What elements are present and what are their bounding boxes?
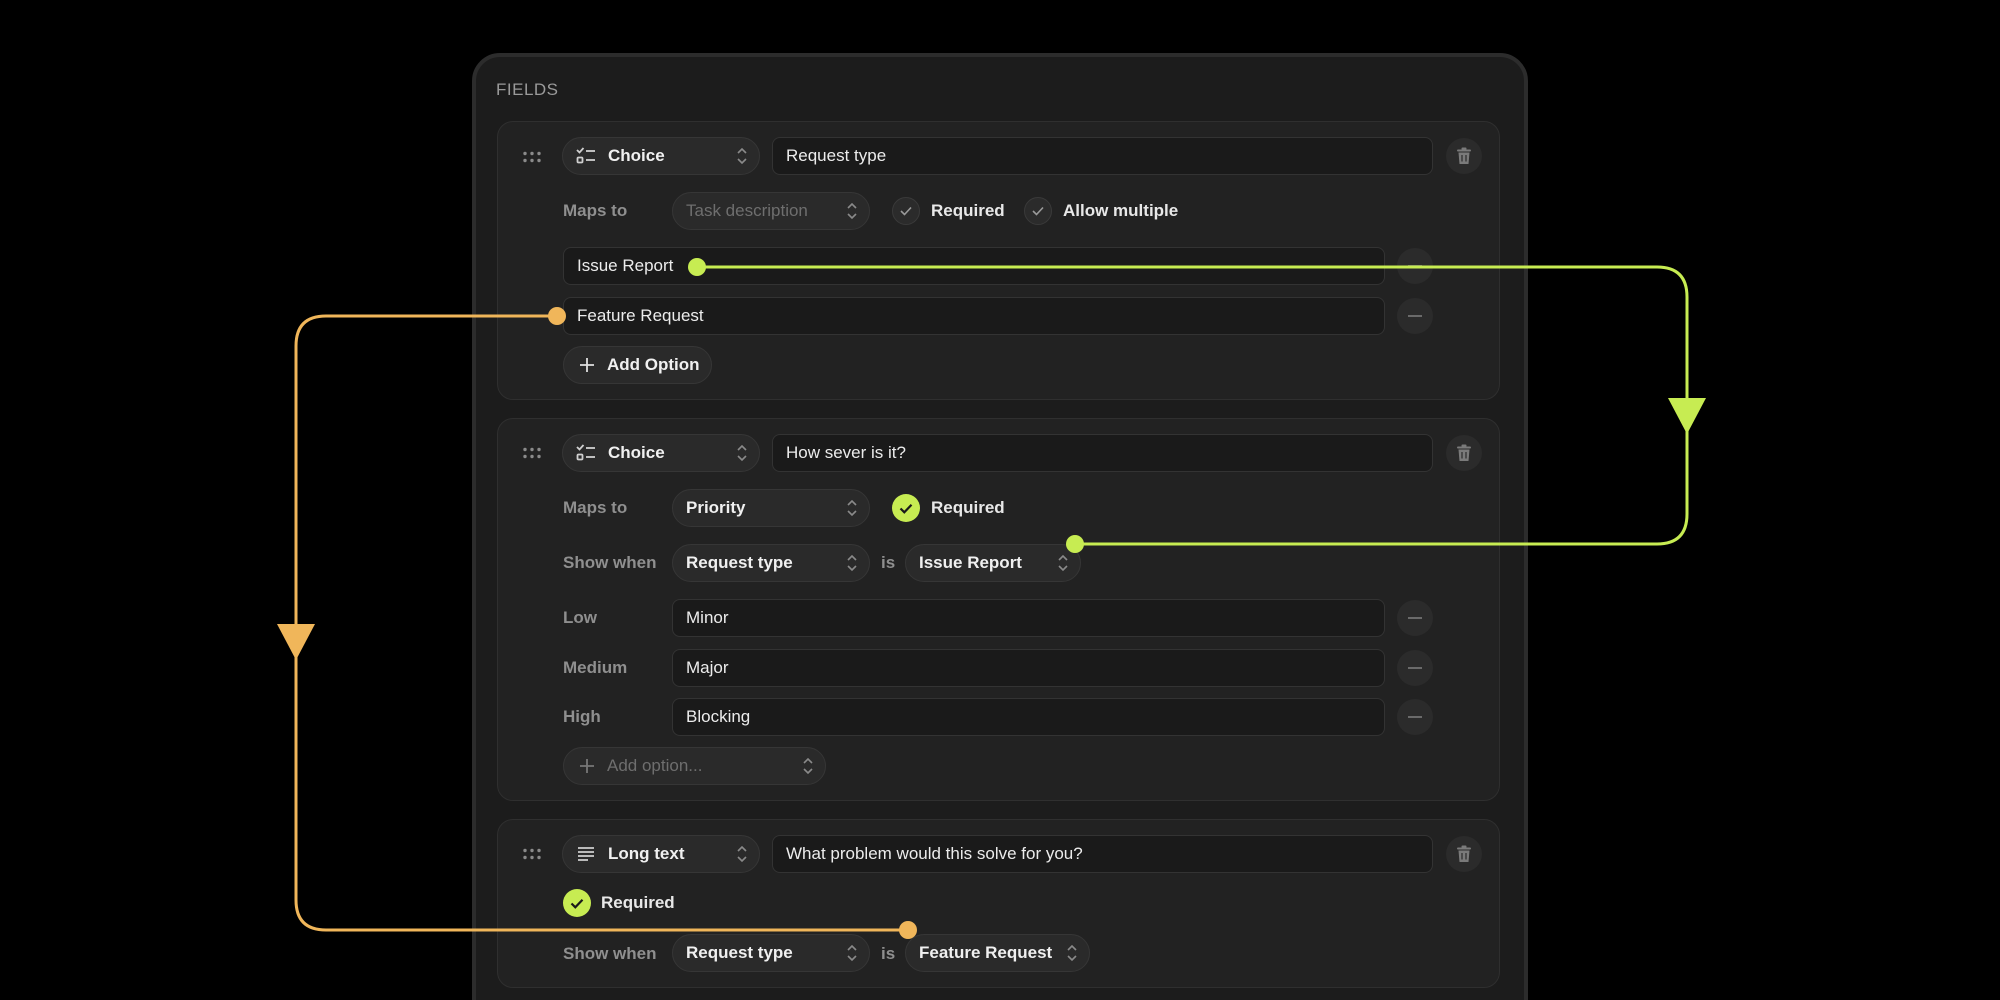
option-input-feature-request[interactable]: Feature Request [563, 297, 1385, 335]
show-when-value-select[interactable]: Issue Report [905, 544, 1081, 582]
show-when-label: Show when [563, 944, 657, 963]
field-type-label: Choice [608, 146, 665, 165]
checklist-icon [576, 147, 596, 165]
required-checkbox[interactable] [892, 197, 920, 225]
maps-to-label: Maps to [563, 201, 628, 220]
chevron-updown-icon [847, 499, 857, 517]
chevron-updown-icon [847, 202, 857, 220]
trash-icon [1457, 444, 1471, 461]
show-when-field-select[interactable]: Request type [672, 544, 870, 582]
field-type-select[interactable]: Choice [562, 137, 760, 175]
delete-button[interactable] [1446, 836, 1482, 872]
required-checkbox[interactable] [892, 494, 920, 522]
field-type-label: Long text [608, 844, 685, 863]
trash-icon [1457, 147, 1471, 164]
field-type-select[interactable]: Long text [562, 835, 760, 873]
chevron-updown-icon [737, 845, 747, 863]
check-icon [1032, 206, 1044, 216]
drag-handle-icon[interactable] [522, 848, 542, 860]
required-checkbox[interactable] [563, 889, 591, 917]
maps-to-select[interactable]: Task description [672, 192, 870, 230]
trash-icon [1457, 845, 1471, 862]
chevron-updown-icon [847, 944, 857, 962]
show-when-value-select[interactable]: Feature Request [905, 934, 1090, 972]
question-input[interactable]: What problem would this solve for you? [772, 835, 1433, 873]
delete-button[interactable] [1446, 138, 1482, 174]
option-level-label: Low [563, 608, 597, 627]
remove-option-button[interactable] [1397, 650, 1433, 686]
delete-button[interactable] [1446, 435, 1482, 471]
option-input-issue-report[interactable]: Issue Report [563, 247, 1385, 285]
option-input[interactable]: Minor [672, 599, 1385, 637]
remove-option-button[interactable] [1397, 298, 1433, 334]
maps-to-label: Maps to [563, 498, 628, 517]
orange-arrow-icon [277, 624, 315, 660]
chevron-updown-icon [1067, 944, 1077, 962]
add-option-button[interactable]: Add Option [563, 346, 712, 384]
panel-title: FIELDS [496, 80, 559, 99]
chevron-updown-icon [803, 757, 813, 775]
add-option-select[interactable]: Add option... [563, 747, 826, 785]
remove-option-button[interactable] [1397, 699, 1433, 735]
checklist-icon [576, 444, 596, 462]
field-type-select[interactable]: Choice [562, 434, 760, 472]
is-label: is [881, 553, 896, 572]
option-level-label: Medium [563, 658, 628, 677]
paragraph-icon [576, 846, 596, 862]
required-label: Required [601, 893, 675, 912]
show-when-field-select[interactable]: Request type [672, 934, 870, 972]
remove-option-button[interactable] [1397, 600, 1433, 636]
question-input[interactable]: How sever is it? [772, 434, 1433, 472]
option-input[interactable]: Blocking [672, 698, 1385, 736]
plus-icon [579, 758, 595, 774]
show-when-field-value: Request type [686, 553, 793, 572]
question-input[interactable]: Request type [772, 137, 1433, 175]
drag-handle-icon[interactable] [522, 151, 542, 163]
chevron-updown-icon [737, 444, 747, 462]
required-label: Required [931, 201, 1005, 220]
is-label: is [881, 944, 896, 963]
chevron-updown-icon [847, 554, 857, 572]
check-icon [570, 898, 584, 909]
allow-multiple-label: Allow multiple [1063, 201, 1179, 220]
plus-icon [579, 357, 595, 373]
maps-to-value: Priority [686, 498, 746, 517]
show-when-value: Feature Request [919, 943, 1053, 962]
field-type-label: Choice [608, 443, 665, 462]
allow-multiple-checkbox[interactable] [1024, 197, 1052, 225]
remove-option-button[interactable] [1397, 248, 1433, 284]
maps-to-select[interactable]: Priority [672, 489, 870, 527]
green-arrow-icon [1668, 398, 1706, 434]
check-icon [900, 206, 912, 216]
option-level-label: High [563, 707, 601, 726]
add-option-label: Add Option [607, 355, 700, 374]
option-input[interactable]: Major [672, 649, 1385, 687]
show-when-field-value: Request type [686, 943, 793, 962]
chevron-updown-icon [1058, 554, 1068, 572]
show-when-label: Show when [563, 553, 657, 572]
show-when-value: Issue Report [919, 553, 1022, 572]
add-option-placeholder: Add option... [607, 756, 703, 775]
maps-to-value: Task description [686, 201, 808, 220]
check-icon [899, 503, 913, 514]
required-label: Required [931, 498, 1005, 517]
drag-handle-icon[interactable] [522, 447, 542, 459]
chevron-updown-icon [737, 147, 747, 165]
